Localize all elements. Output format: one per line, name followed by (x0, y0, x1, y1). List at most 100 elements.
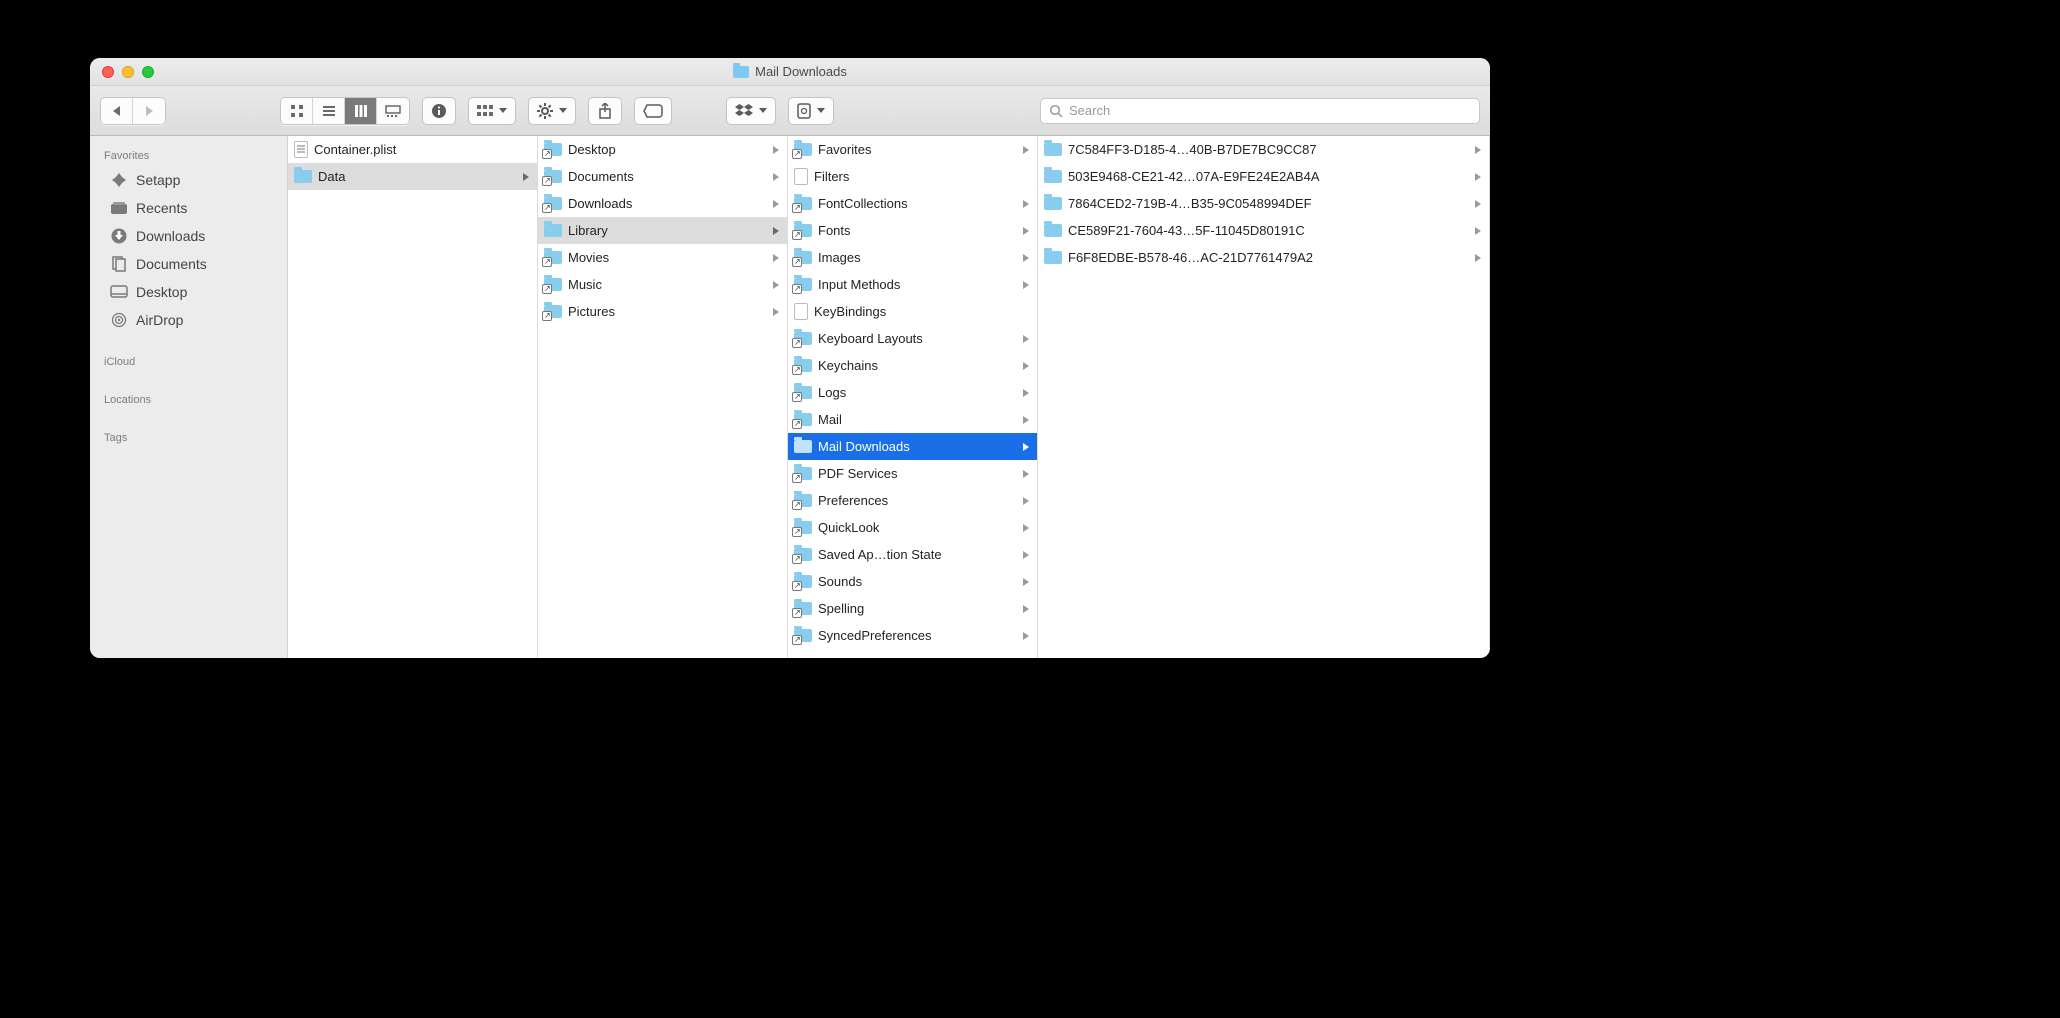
folder-icon (544, 170, 562, 183)
list-item[interactable]: Downloads (538, 190, 787, 217)
list-item[interactable]: Keyboard Layouts (788, 325, 1037, 352)
info-icon (431, 103, 447, 119)
item-label: Container.plist (314, 142, 531, 157)
sidebar-item-recents[interactable]: Recents (90, 194, 287, 222)
forward-button[interactable] (133, 98, 165, 124)
file-icon (794, 168, 808, 185)
list-item[interactable]: Music (538, 271, 787, 298)
list-item[interactable]: Documents (538, 163, 787, 190)
sidebar-item-label: AirDrop (136, 312, 183, 328)
airdrop-icon (110, 311, 128, 329)
sidebar-item-setapp[interactable]: Setapp (90, 166, 287, 194)
desktop-icon (110, 283, 128, 301)
list-item[interactable]: QuickLook (788, 514, 1037, 541)
chevron-right-icon (773, 146, 779, 154)
documents-icon (110, 255, 128, 273)
sidebar-section-icloud: iCloud (90, 348, 287, 372)
list-item[interactable]: Keychains (788, 352, 1037, 379)
search-field[interactable] (1040, 98, 1480, 124)
list-item[interactable]: Sounds (788, 568, 1037, 595)
search-input[interactable] (1069, 103, 1471, 118)
list-item[interactable]: 7864CED2-719B-4…B35-9C0548994DEF (1038, 190, 1489, 217)
list-item[interactable]: PDF Services (788, 460, 1037, 487)
chevron-right-icon (1023, 551, 1029, 559)
sidebar-item-desktop[interactable]: Desktop (90, 278, 287, 306)
list-item[interactable]: Logs (788, 379, 1037, 406)
column-0: Container.plist Data (288, 136, 538, 658)
tags-button[interactable] (634, 97, 672, 125)
list-item[interactable]: F6F8EDBE-B578-46…AC-21D7761479A2 (1038, 244, 1489, 271)
list-item[interactable]: Movies (538, 244, 787, 271)
list-item[interactable]: Data (288, 163, 537, 190)
list-item[interactable]: 7C584FF3-D185-4…40B-B7DE7BC9CC87 (1038, 136, 1489, 163)
column-view-button[interactable] (345, 98, 377, 124)
list-item[interactable]: Pictures (538, 298, 787, 325)
gallery-view-button[interactable] (377, 98, 409, 124)
list-item[interactable]: SyncedPreferences (788, 622, 1037, 649)
list-item[interactable]: Preferences (788, 487, 1037, 514)
columns-icon (354, 104, 368, 118)
column-browser: Container.plist Data DesktopDocumentsDown… (288, 136, 1490, 658)
list-item[interactable]: Container.plist (288, 136, 537, 163)
list-item[interactable]: Desktop (538, 136, 787, 163)
list-item[interactable]: Images (788, 244, 1037, 271)
removable-button[interactable] (788, 97, 834, 125)
column-2: Favorites FiltersFontCollectionsFontsImag… (788, 136, 1038, 658)
list-item[interactable]: Mail Downloads (788, 433, 1037, 460)
chevron-right-icon (773, 254, 779, 262)
item-label: QuickLook (818, 520, 1017, 535)
item-label: Keychains (818, 358, 1017, 373)
list-item[interactable]: 503E9468-CE21-42…07A-E9FE24E2AB4A (1038, 163, 1489, 190)
sidebar-section-favorites: Favorites (90, 142, 287, 166)
group-button[interactable] (468, 97, 516, 125)
chevron-right-icon (1023, 524, 1029, 532)
item-label: Logs (818, 385, 1017, 400)
share-button[interactable] (588, 97, 622, 125)
minimize-window-button[interactable] (122, 66, 134, 78)
sidebar-item-documents[interactable]: Documents (90, 250, 287, 278)
folder-icon (794, 602, 812, 615)
back-button[interactable] (101, 98, 133, 124)
item-label: SyncedPreferences (818, 628, 1017, 643)
folder-icon (1044, 143, 1062, 156)
folder-icon (544, 251, 562, 264)
list-item[interactable]: Filters (788, 163, 1037, 190)
action-button[interactable] (528, 97, 576, 125)
list-item[interactable]: Saved Ap…tion State (788, 541, 1037, 568)
list-item[interactable]: Spelling (788, 595, 1037, 622)
item-label: PDF Services (818, 466, 1017, 481)
chevron-right-icon (1023, 578, 1029, 586)
item-label: Mail Downloads (818, 439, 1017, 454)
icon-view-button[interactable] (281, 98, 313, 124)
info-button[interactable] (422, 97, 456, 125)
list-item[interactable]: Input Methods (788, 271, 1037, 298)
sidebar-item-downloads[interactable]: Downloads (90, 222, 287, 250)
file-icon (794, 303, 808, 320)
window-controls (90, 66, 154, 78)
sidebar-section-locations: Locations (90, 386, 287, 410)
list-view-button[interactable] (313, 98, 345, 124)
list-item[interactable]: Fonts (788, 217, 1037, 244)
item-label: 503E9468-CE21-42…07A-E9FE24E2AB4A (1068, 169, 1469, 184)
sidebar-item-airdrop[interactable]: AirDrop (90, 306, 287, 334)
close-window-button[interactable] (102, 66, 114, 78)
chevron-right-icon (773, 200, 779, 208)
list-item[interactable]: Library (538, 217, 787, 244)
dropbox-button[interactable] (726, 97, 776, 125)
list-item[interactable]: CE589F21-7604-43…5F-11045D80191C (1038, 217, 1489, 244)
chevron-right-icon (773, 308, 779, 316)
toolbar (90, 86, 1490, 136)
item-label: Favorites (818, 142, 1017, 157)
list-item[interactable]: FontCollections (788, 190, 1037, 217)
chevron-right-icon (1475, 200, 1481, 208)
item-label: Keyboard Layouts (818, 331, 1017, 346)
sidebar-item-label: Recents (136, 200, 187, 216)
zoom-window-button[interactable] (142, 66, 154, 78)
chevron-right-icon (1023, 227, 1029, 235)
column-1: DesktopDocumentsDownloadsLibraryMoviesMu… (538, 136, 788, 658)
column-3: 7C584FF3-D185-4…40B-B7DE7BC9CC87 503E9468… (1038, 136, 1490, 658)
list-item[interactable]: KeyBindings (788, 298, 1037, 325)
chevron-right-icon (1475, 254, 1481, 262)
list-item[interactable]: Mail (788, 406, 1037, 433)
list-item[interactable]: Favorites (788, 136, 1037, 163)
